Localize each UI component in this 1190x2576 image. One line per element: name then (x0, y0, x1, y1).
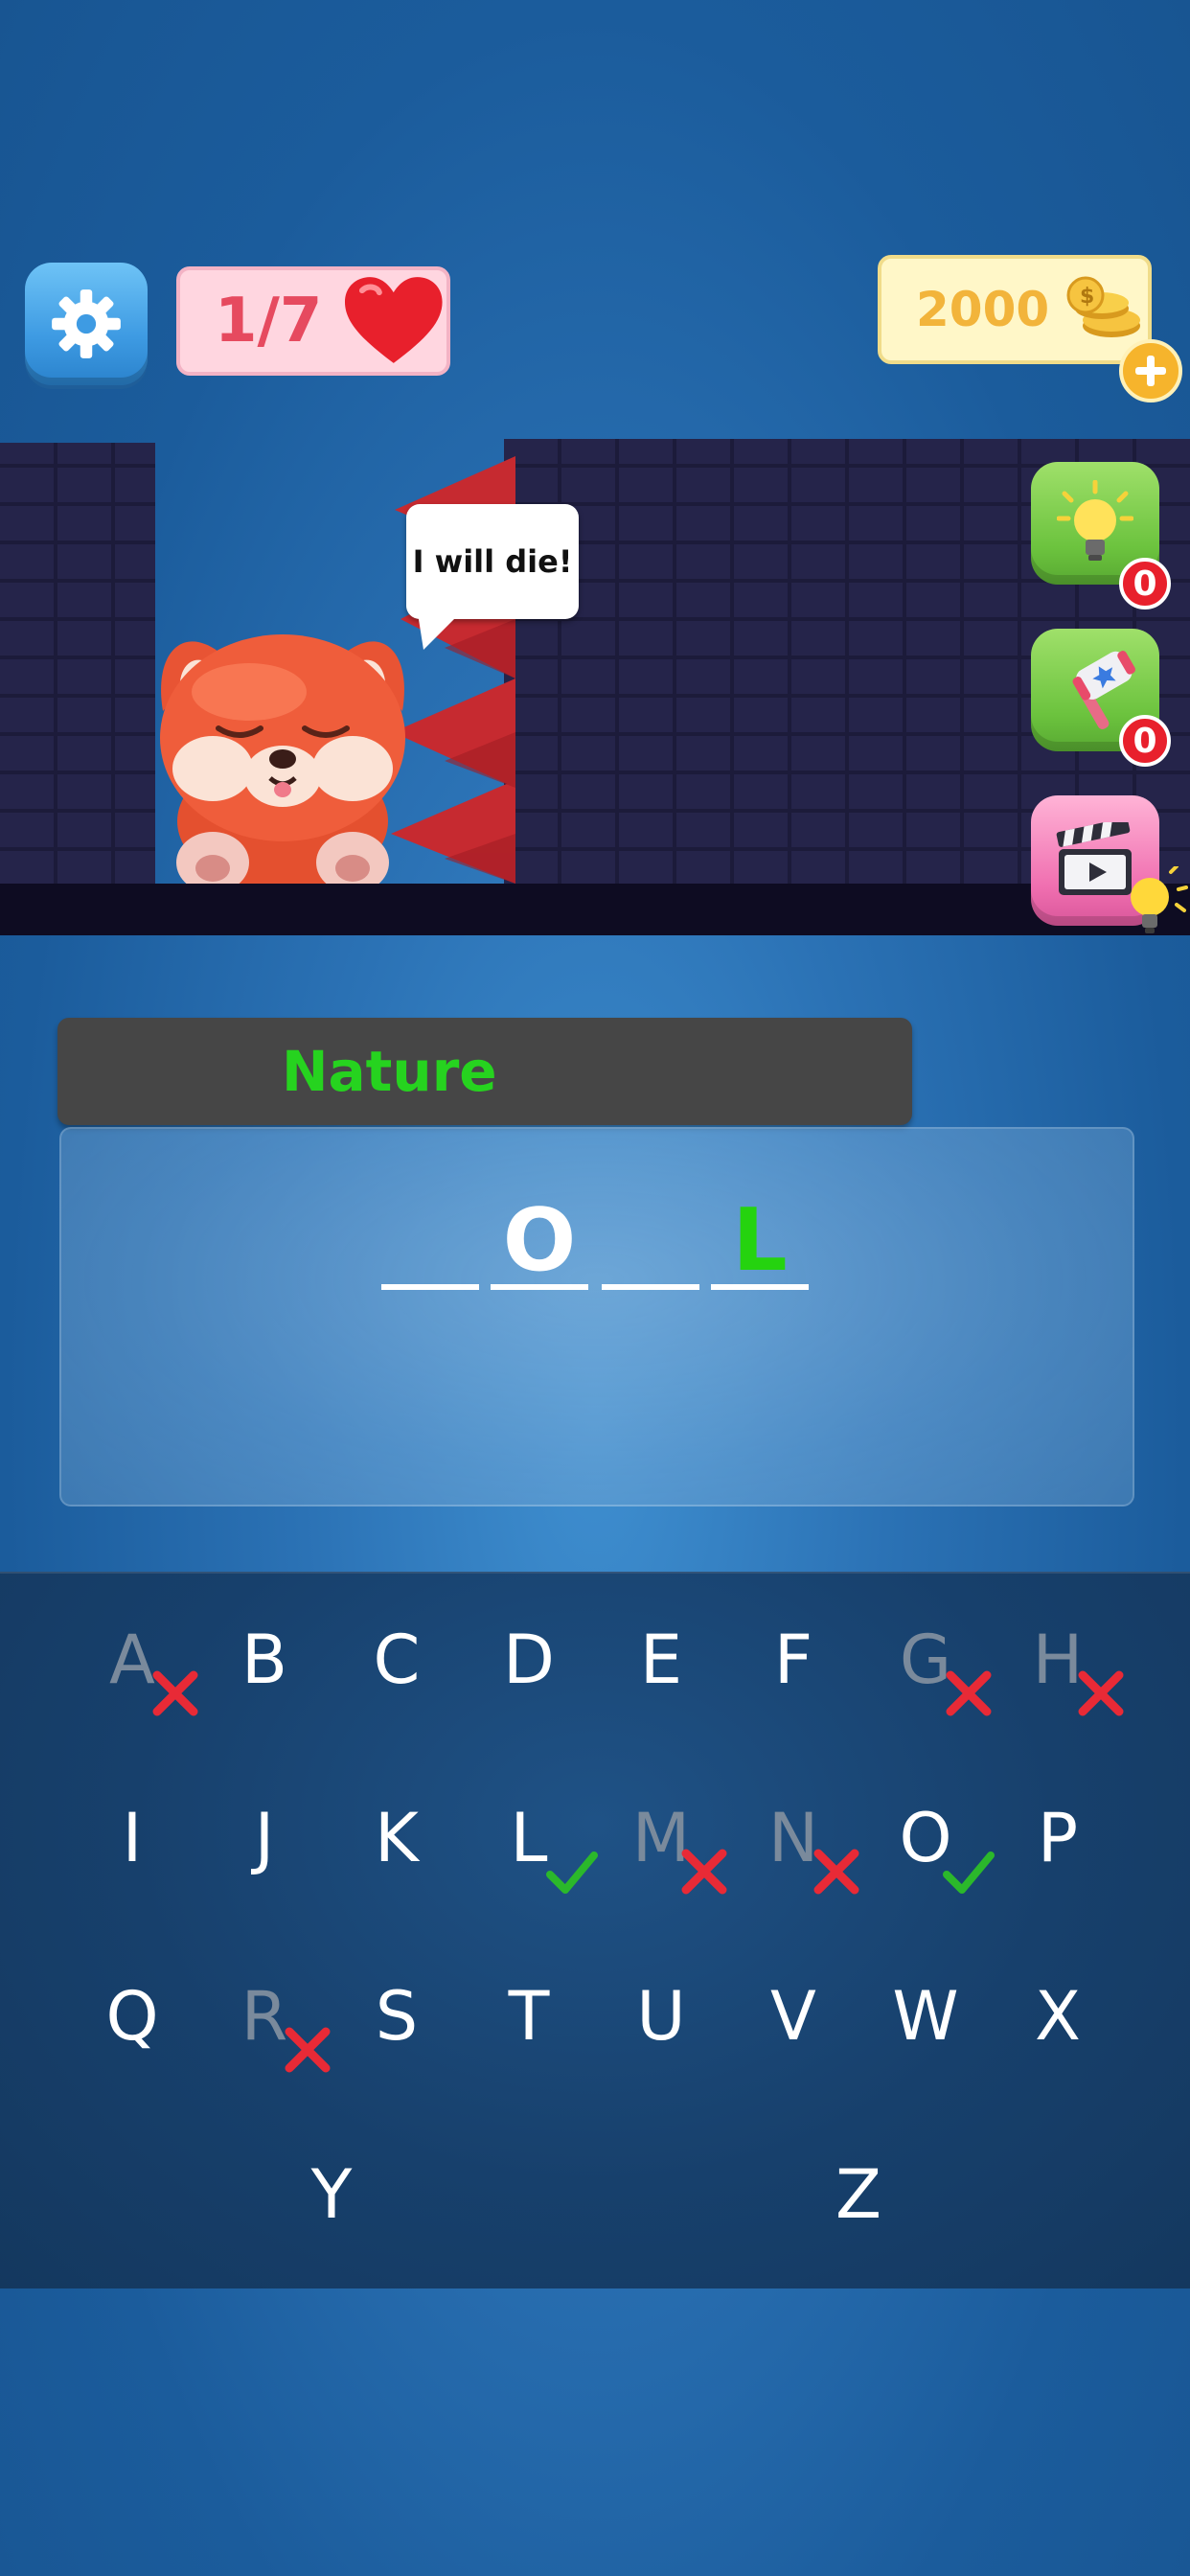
key-e[interactable]: E (604, 1602, 719, 1717)
letter-slot-value: O (502, 1190, 577, 1291)
letter-slot (381, 1179, 479, 1290)
letter-slot: L (711, 1179, 809, 1290)
ground (0, 884, 1190, 935)
wrong-mark-icon (285, 2027, 331, 2073)
key-k[interactable]: K (339, 1781, 454, 1896)
key-j[interactable]: J (207, 1781, 322, 1896)
key-v[interactable]: V (736, 1959, 851, 2074)
category-label: Nature (282, 1039, 497, 1104)
category-bar: Nature (57, 1018, 912, 1125)
key-d[interactable]: D (471, 1602, 586, 1717)
coins-counter: 2000 $ (878, 255, 1152, 364)
coins-text: 2000 (916, 282, 1050, 337)
left-brick-wall (0, 443, 155, 886)
key-b[interactable]: B (207, 1602, 322, 1717)
key-y[interactable]: Y (274, 2137, 389, 2252)
key-c[interactable]: C (339, 1602, 454, 1717)
wrong-mark-icon (1078, 1670, 1124, 1716)
key-u[interactable]: U (604, 1959, 719, 2074)
key-w[interactable]: W (868, 1959, 983, 2074)
letter-slot: O (491, 1179, 588, 1290)
wrong-mark-icon (152, 1670, 198, 1716)
lightbulb-icon (1057, 480, 1133, 561)
gear-icon (52, 289, 121, 358)
speech-text: I will die! (412, 543, 573, 580)
hammer-count-badge: 0 (1119, 715, 1171, 767)
wrong-mark-icon (681, 1849, 727, 1895)
key-t[interactable]: T (471, 1959, 586, 2074)
plus-icon (1135, 356, 1166, 386)
wrong-mark-icon (813, 1849, 859, 1895)
key-s[interactable]: S (339, 1959, 454, 2074)
letter-slot-value: L (732, 1190, 788, 1291)
small-lightbulb-icon (1131, 866, 1188, 933)
hammer-icon (1072, 651, 1135, 729)
key-x[interactable]: X (1000, 1959, 1115, 2074)
key-z[interactable]: Z (801, 2137, 916, 2252)
word-panel (59, 1127, 1134, 1506)
letter-slot (602, 1179, 699, 1290)
key-f[interactable]: F (736, 1602, 851, 1717)
heart-icon (345, 277, 444, 363)
coins-icon: $ (1066, 276, 1141, 337)
red-panda-character (160, 634, 405, 893)
speech-bubble: I will die! (406, 504, 579, 619)
key-p[interactable]: P (1000, 1781, 1115, 1896)
speech-bubble-tail (418, 613, 460, 650)
hint-count-badge: 0 (1119, 558, 1171, 610)
add-coins-button[interactable] (1119, 339, 1182, 402)
wrong-mark-icon (946, 1670, 992, 1716)
lives-counter: 1/7 (176, 266, 450, 376)
key-i[interactable]: I (75, 1781, 190, 1896)
correct-check-icon (546, 1852, 598, 1894)
settings-button[interactable] (25, 263, 148, 385)
correct-check-icon (943, 1852, 995, 1894)
svg-text:$: $ (1080, 285, 1094, 309)
lives-text: 1/7 (215, 286, 323, 356)
key-q[interactable]: Q (75, 1959, 190, 2074)
